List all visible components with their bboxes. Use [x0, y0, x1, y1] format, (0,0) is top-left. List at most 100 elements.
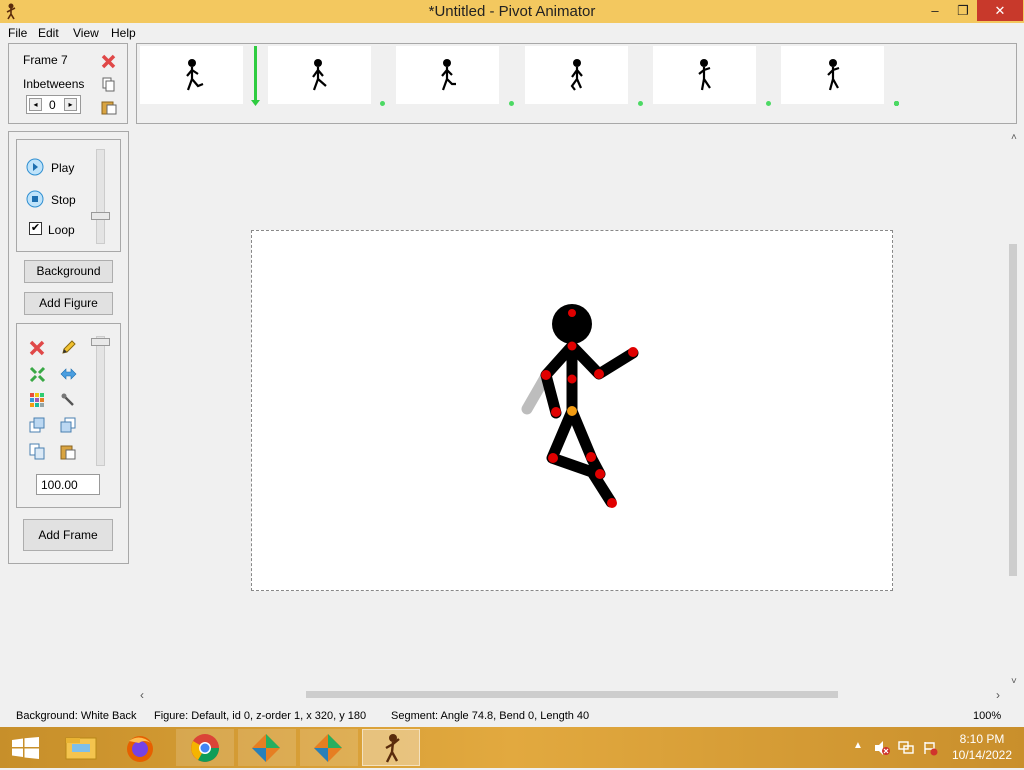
- keyframe-dot: [638, 101, 643, 106]
- inbetweens-label: Inbetweens: [23, 77, 85, 91]
- close-button[interactable]: ✕: [977, 0, 1023, 21]
- frames-timeline[interactable]: [136, 43, 1017, 124]
- horizontal-scroll-thumb[interactable]: [306, 691, 838, 698]
- taskbar: ▲ 8:10 PM 10/14/2022: [0, 727, 1024, 768]
- app-taskbar-icon-2[interactable]: [300, 729, 358, 766]
- frame-thumb[interactable]: [140, 46, 243, 104]
- status-zoom: 100%: [973, 710, 1002, 722]
- menu-file[interactable]: File: [8, 26, 27, 40]
- scroll-down-icon[interactable]: ˅: [1011, 676, 1017, 687]
- action-center-icon[interactable]: [922, 740, 938, 756]
- clock-date: 10/14/2022: [951, 748, 1013, 762]
- title-bar: *Untitled - Pivot Animator – ❐ ✕: [0, 0, 1024, 23]
- background-button[interactable]: Background: [24, 260, 113, 283]
- scroll-right-icon[interactable]: ›: [996, 688, 1000, 702]
- frame-info-panel: Frame 7 Inbetweens ◂ 0 ▸: [8, 43, 128, 124]
- stick-figure-thumb: [698, 59, 711, 91]
- delete-figure-icon[interactable]: [29, 340, 45, 356]
- network-icon[interactable]: [898, 740, 914, 756]
- inbetweens-stepper[interactable]: ◂ 0 ▸: [26, 95, 81, 114]
- menu-help[interactable]: Help: [111, 26, 136, 40]
- pivot-animator-taskbar-icon[interactable]: [362, 729, 420, 766]
- playhead-arrow-icon: [251, 100, 260, 106]
- eyedropper-icon[interactable]: [60, 392, 77, 409]
- vertical-scrollbar[interactable]: ˄ ˅: [1007, 132, 1024, 692]
- speed-slider-track[interactable]: [96, 149, 105, 244]
- keyframe-dot: [894, 101, 899, 106]
- delete-frame-icon[interactable]: [101, 54, 116, 69]
- loop-checkbox[interactable]: ✔: [29, 222, 42, 235]
- windows-start-icon[interactable]: [12, 737, 39, 759]
- flip-arrows-icon[interactable]: [60, 366, 77, 383]
- stick-figure-thumb: [441, 59, 456, 91]
- stop-label[interactable]: Stop: [51, 193, 76, 207]
- menu-bar: File Edit View Help: [0, 23, 1024, 42]
- resize-arrows-icon[interactable]: [29, 366, 46, 383]
- keyframe-dot: [380, 101, 385, 106]
- firefox-taskbar-icon[interactable]: [112, 729, 170, 766]
- play-label[interactable]: Play: [51, 161, 74, 175]
- stick-figure[interactable]: [252, 231, 892, 590]
- send-backward-icon[interactable]: [60, 417, 77, 434]
- increment-button[interactable]: ▸: [64, 98, 77, 111]
- playhead-marker[interactable]: [254, 46, 257, 104]
- frame-label: Frame 7: [23, 53, 68, 67]
- copy-figure-icon[interactable]: [29, 443, 46, 460]
- inbetweens-value: 0: [49, 98, 56, 112]
- app-taskbar-icon-1[interactable]: [238, 729, 296, 766]
- scroll-left-icon[interactable]: ‹: [140, 688, 144, 702]
- chrome-taskbar-icon[interactable]: [176, 729, 234, 766]
- restore-button[interactable]: ❐: [948, 0, 978, 21]
- scale-slider-thumb[interactable]: [91, 338, 110, 346]
- stick-figure-thumb: [827, 59, 840, 91]
- animation-canvas[interactable]: [251, 230, 893, 591]
- frame-thumb[interactable]: [781, 46, 884, 104]
- play-icon[interactable]: [26, 158, 44, 176]
- clock-time: 8:10 PM: [959, 732, 1005, 746]
- color-palette-icon[interactable]: [29, 392, 46, 409]
- copy-frame-icon[interactable]: [101, 77, 116, 92]
- decrement-button[interactable]: ◂: [29, 98, 42, 111]
- paste-figure-icon[interactable]: [60, 443, 77, 460]
- horizontal-scrollbar[interactable]: ‹ ›: [136, 688, 1008, 702]
- bring-forward-icon[interactable]: [29, 417, 46, 434]
- scroll-up-icon[interactable]: ˄: [1011, 132, 1017, 143]
- stick-figure-thumb: [312, 59, 327, 91]
- loop-label[interactable]: Loop: [48, 223, 75, 237]
- stick-figure-thumb: [186, 59, 204, 91]
- status-background: Background: White Back: [16, 710, 137, 722]
- origin-joint-handle[interactable]: [567, 406, 577, 416]
- keyframe-dot: [509, 101, 514, 106]
- scale-input[interactable]: 100.00: [36, 474, 100, 495]
- minimize-button[interactable]: –: [920, 0, 950, 21]
- add-frame-button[interactable]: Add Frame: [23, 519, 113, 551]
- status-figure: Figure: Default, id 0, z-order 1, x 320,…: [154, 710, 367, 722]
- scale-slider-track[interactable]: [96, 336, 105, 466]
- clock[interactable]: 8:10 PM 10/14/2022: [948, 732, 1016, 762]
- playback-panel: Play Stop ✔ Loop: [16, 139, 121, 252]
- status-segment: Segment: Angle 74.8, Bend 0, Length 40: [391, 710, 590, 722]
- speed-slider-thumb[interactable]: [91, 212, 110, 220]
- frame-thumb[interactable]: [525, 46, 628, 104]
- figure-body: [540, 340, 639, 508]
- paste-frame-icon[interactable]: [101, 99, 117, 115]
- frame-thumb[interactable]: [653, 46, 756, 104]
- system-tray: ▲: [848, 727, 948, 768]
- figure-tools-panel: 100.00: [16, 323, 121, 508]
- edit-pencil-icon[interactable]: [60, 339, 77, 356]
- volume-muted-icon[interactable]: [874, 740, 890, 756]
- add-figure-button[interactable]: Add Figure: [24, 292, 113, 315]
- stick-figure-thumb: [570, 59, 583, 91]
- menu-edit[interactable]: Edit: [38, 26, 59, 40]
- tools-column: Play Stop ✔ Loop Background Add Figure 1…: [8, 131, 129, 564]
- show-hidden-icons-icon[interactable]: ▲: [853, 740, 863, 751]
- window-title: *Untitled - Pivot Animator: [428, 3, 596, 20]
- frame-thumb[interactable]: [268, 46, 371, 104]
- menu-view[interactable]: View: [73, 26, 99, 40]
- vertical-scroll-thumb[interactable]: [1009, 244, 1017, 576]
- status-bar: Background: White Back Figure: Default, …: [0, 706, 1024, 727]
- keyframe-dot: [766, 101, 771, 106]
- stop-icon[interactable]: [26, 190, 44, 208]
- file-explorer-taskbar-icon[interactable]: [52, 729, 110, 766]
- frame-thumb[interactable]: [396, 46, 499, 104]
